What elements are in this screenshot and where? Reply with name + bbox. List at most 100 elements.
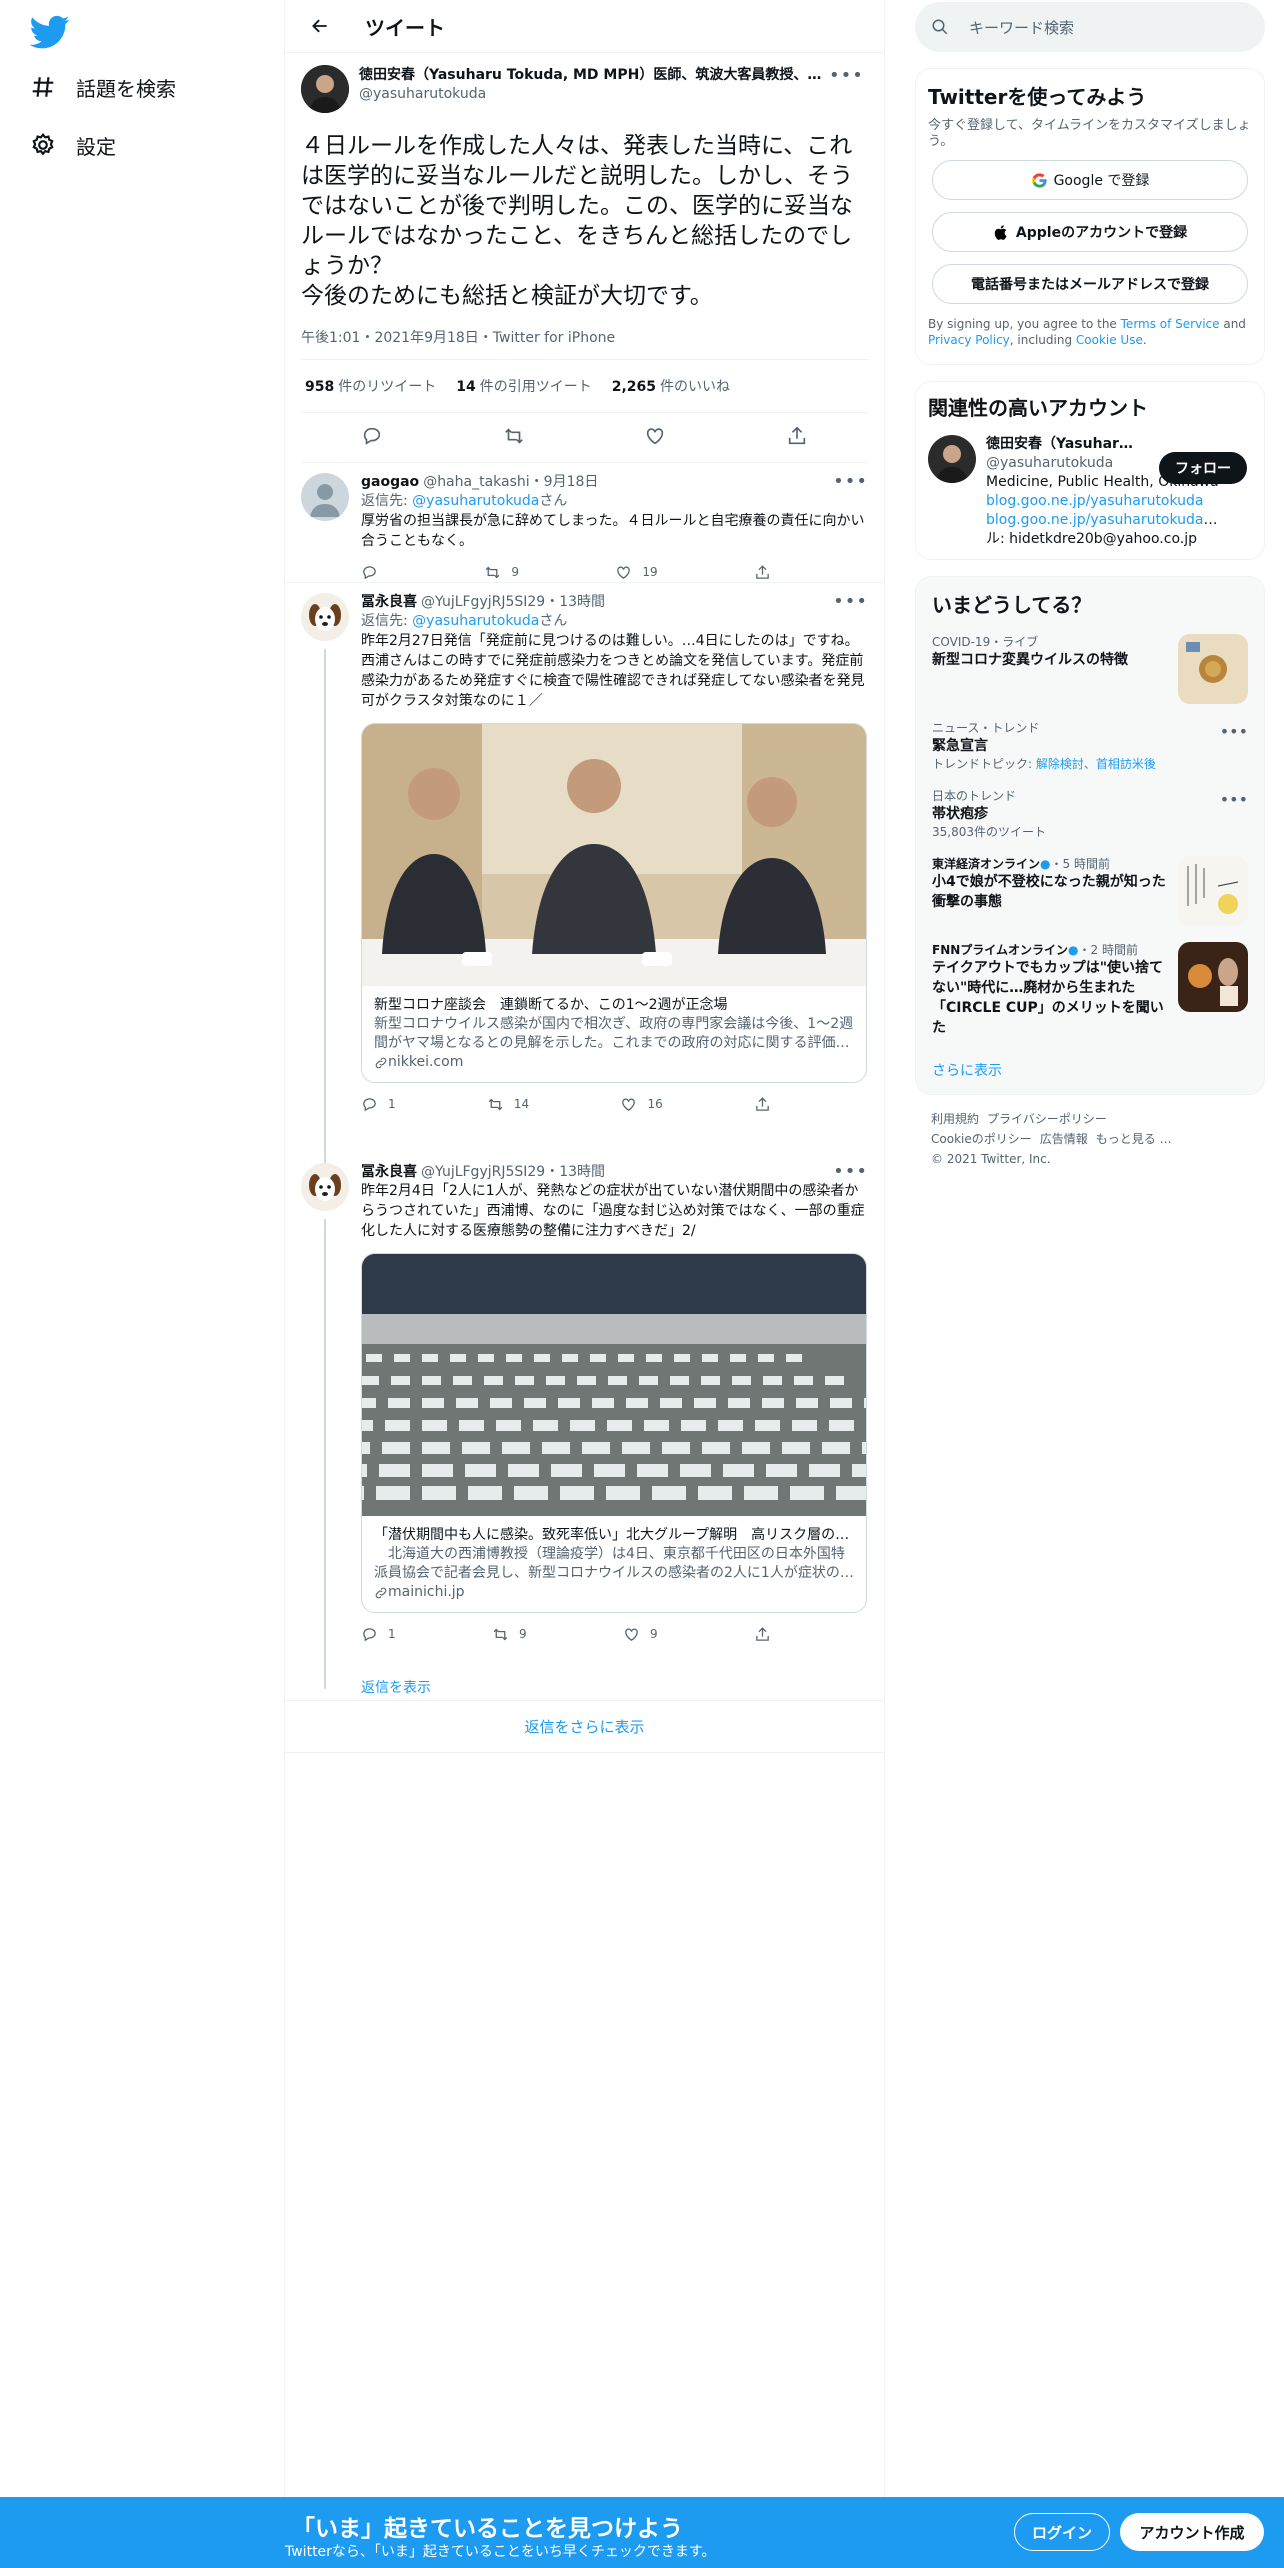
search-input[interactable]: キーワード検索 [969,17,1074,38]
footer-link-ads[interactable]: 広告情報 [1040,1132,1088,1146]
related-account[interactable]: 徳田安春（Yasuharu Tokuda, MD MPH） @yasuharut… [928,435,1252,549]
avatar[interactable] [301,593,349,641]
bed-shape [606,1486,640,1500]
share-button[interactable] [754,564,781,581]
more-options-icon[interactable]: ••• [833,473,868,491]
tweet-text: ４日ルールを作成した人々は、発表した当時に、これは医学的に妥当なルールだと説明し… [301,133,853,309]
share-button[interactable] [754,1626,781,1643]
reply-to-link[interactable]: @yasuharutokuda [412,493,539,509]
reply-button[interactable] [361,564,388,581]
share-button[interactable] [786,425,808,451]
nav-explore[interactable]: 話題を検索 [30,62,176,112]
reply-handle-time[interactable]: @YujLFgyjRJ5SI29・13時間 [421,593,833,611]
bed-shape [790,1486,824,1500]
nav-settings[interactable]: 設定 [30,120,116,170]
more-options-icon[interactable]: ••• [1220,790,1248,809]
privacy-link[interactable]: Privacy Policy [928,333,1010,347]
bed-shape [450,1354,466,1362]
terms-link[interactable]: Terms of Service [1121,317,1220,331]
trend-item[interactable]: COVID-19・ライブ 新型コロナ変異ウイルスの特徴 [916,626,1264,712]
trend-thumbnail [1178,634,1248,704]
reply-tweet[interactable]: gaogao @haha_takashi・9月18日 ••• 返信先: @yasuh… [285,463,884,583]
footer-link-terms[interactable]: 利用規約 [931,1112,979,1126]
phone-email-signup-button[interactable]: 電話番号またはメールアドレスで登録 [932,264,1248,304]
reply-to-link[interactable]: @yasuharutokuda [412,613,539,629]
like-button[interactable] [644,425,666,451]
retweet-button[interactable]: 9 [484,564,519,581]
show-more-trends-link[interactable]: さらに表示 [916,1046,1264,1094]
bed-shape [718,1420,743,1431]
apple-signup-label: Appleのアカウントで登録 [1015,225,1188,241]
retweet-button[interactable]: 14 [487,1096,529,1113]
avatar[interactable] [301,473,349,521]
trend-item[interactable]: 日本のトレンド 帯状疱疹 35,803件のツイート ••• [916,780,1264,848]
trend-item[interactable]: FNNプライムオンライン●・2 時間前 テイクアウトでもカップは"使い捨てない"… [916,934,1264,1046]
link-card-title: 「潜伏期間中も人に感染。致死率低い」北大グループ解明 高リスク層の医療に重点を [374,1527,854,1543]
author-handle[interactable]: @yasuharutokuda [359,85,829,103]
reply-handle-time[interactable]: @YujLFgyjRJ5SI29・13時間 [421,1163,833,1181]
show-replies-link[interactable]: 返信を表示 [285,1675,884,1701]
link-card[interactable]: 新型コロナ座談会 連鎖断てるか、この1～2週が正念場 新型コロナウイルス感染が国… [361,723,867,1083]
footer-link-more[interactable]: もっと見る … [1096,1132,1172,1146]
tweet-meta[interactable]: 午後1:01・2021年9月18日・Twitter for iPhone [301,327,868,360]
login-button[interactable]: ログイン [1014,2513,1110,2551]
bed-shape [680,1464,711,1477]
reply-author-name[interactable]: 冨永良喜 [361,1163,417,1181]
reply-button[interactable]: 1 [361,1096,396,1113]
retweet-stat[interactable]: 958 件のリツイート [305,376,436,396]
trend-item[interactable]: ニュース・トレンド 緊急宣言 トレンドトピック: 解除検討、首相訪米後 ••• [916,712,1264,780]
reply-tweet[interactable]: 冨永良喜 @YujLFgyjRJ5SI29・13時間 ••• 昨年2月4日「2人に1… [285,1153,884,1689]
retweet-icon [504,427,523,444]
footer-link-cookies[interactable]: Cookieのポリシー [931,1132,1032,1146]
share-button[interactable] [754,1096,781,1113]
reply-handle-time[interactable]: @haha_takashi・9月18日 [423,473,833,491]
avatar[interactable] [301,65,349,113]
related-account-link-2[interactable]: blog.goo.ne.jp/yasuharutokuda… [986,512,1218,528]
related-account-name[interactable]: 徳田安春（Yasuharu Tokuda, MD MPH） [986,435,1141,454]
cookie-link[interactable]: Cookie Use [1076,333,1143,347]
more-options-icon[interactable]: ••• [833,593,868,611]
trend-source: 東洋経済オンライン [932,857,1041,871]
apple-signup-button[interactable]: Appleのアカウントで登録 [932,212,1248,252]
reply-text: 厚労省の担当課長が急に辞めてしまった。４日ルールと自宅療養の責任に向かい合うこと… [361,513,865,549]
link-icon [375,1057,387,1068]
like-button[interactable]: 19 [615,564,658,581]
like-stat[interactable]: 2,265 件のいいね [612,376,730,396]
trend-item[interactable]: 東洋経済オンライン●・5 時間前 小4で娘が不登校になった親が知った衝撃の事態 [916,848,1264,934]
reply-text: 昨年2月27日発信「発症前に見つけるのは難しい。…4日にしたのは」ですね。西浦さ… [361,633,865,709]
bed-shape [660,1398,682,1408]
link-card[interactable]: 「潜伏期間中も人に感染。致死率低い」北大グループ解明 高リスク層の医療に重点を … [361,1253,867,1613]
more-options-icon[interactable]: ••• [1220,722,1248,741]
reply-author-name[interactable]: gaogao [361,473,419,491]
author-name[interactable]: 徳田安春（Yasuharu Tokuda, MD MPH）医師、筑波大客員教授、… [359,65,829,85]
back-button[interactable] [305,11,335,41]
reply-button[interactable]: 1 [361,1626,396,1643]
trend-context: ニュース・トレンド [932,721,1040,735]
bed-shape [592,1398,614,1408]
bed-shape [809,1464,840,1477]
footer-link-privacy[interactable]: プライバシーポリシー [987,1112,1107,1126]
show-more-replies-link[interactable]: 返信をさらに表示 [285,1701,884,1753]
like-button[interactable]: 9 [623,1626,658,1643]
like-button[interactable]: 16 [620,1096,663,1113]
quote-stat[interactable]: 14 件の引用ツイート [456,376,591,396]
google-signup-button[interactable]: Google で登録 [932,160,1248,200]
reply-button[interactable] [361,425,383,451]
bed-shape [681,1420,706,1431]
more-options-icon[interactable]: ••• [833,1163,868,1181]
search-box[interactable]: キーワード検索 [915,2,1265,52]
more-options-icon[interactable]: ••• [829,65,864,86]
related-account-link[interactable]: blog.goo.ne.jp/yasuharutokuda [986,492,1226,511]
right-sidebar: キーワード検索 Twitterを使ってみよう 今すぐ登録して、タイムラインをカス… [915,0,1265,1183]
reply-tweet[interactable]: 冨永良喜 @YujLFgyjRJ5SI29・13時間 ••• 返信先: @yasuh… [285,583,884,1169]
reply-author-name[interactable]: 冨永良喜 [361,593,417,611]
signup-button[interactable]: アカウント作成 [1120,2513,1264,2551]
avatar[interactable] [301,1163,349,1211]
bed-shape [744,1486,778,1500]
retweet-button[interactable] [503,425,525,451]
twitter-logo-icon[interactable] [30,12,70,52]
trend-topic-links[interactable]: 解除検討、首相訪米後 [1036,757,1156,771]
avatar[interactable] [928,435,976,483]
follow-button[interactable]: フォロー [1159,452,1247,484]
retweet-button[interactable]: 9 [492,1626,527,1643]
